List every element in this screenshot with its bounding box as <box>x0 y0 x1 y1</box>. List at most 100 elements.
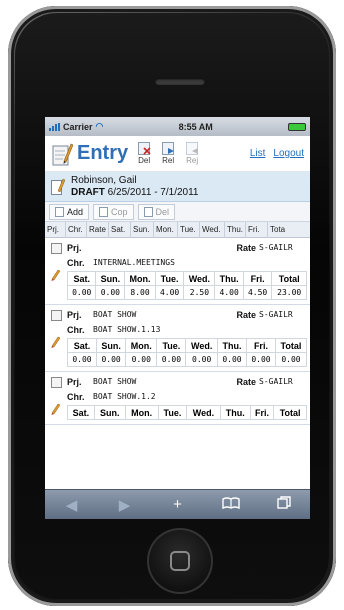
charge-value[interactable]: BOAT SHOW.1.13 <box>93 325 160 334</box>
home-square-icon <box>170 551 190 571</box>
col-mon[interactable]: Mon. <box>154 221 178 238</box>
hours-cell[interactable]: 4.00 <box>154 285 185 300</box>
project-value[interactable]: BOAT SHOW <box>93 310 236 319</box>
col-total[interactable]: Tota <box>268 222 290 238</box>
hours-cell[interactable]: 0.00 <box>156 352 187 367</box>
copy-button[interactable]: Cop <box>93 203 134 220</box>
info-text: Robinson, Gail DRAFT 6/25/2011 - 7/1/201… <box>71 175 199 199</box>
day-header: Fri. <box>242 271 273 286</box>
hours-cell[interactable]: 4.50 <box>242 285 273 300</box>
day-header: Mon. <box>125 338 158 353</box>
total-cell: 0.00 <box>274 352 308 367</box>
prj-label: Prj. <box>67 242 82 253</box>
hours-cell[interactable]: 0.00 <box>67 352 97 367</box>
hours-cell[interactable]: 0.00 <box>95 285 126 300</box>
reject-button[interactable]: Rej <box>186 142 198 165</box>
hours-cell[interactable]: 8.00 <box>124 285 156 300</box>
hours-cell[interactable]: 4.00 <box>214 285 244 300</box>
project-row: Prj. BOAT SHOW Rate S-GAILR <box>67 307 307 322</box>
charge-value[interactable]: INTERNAL.MEETINGS <box>93 258 175 267</box>
total-cell: 23.00 <box>271 285 307 300</box>
hours-cell[interactable]: 0.00 <box>245 352 276 367</box>
hours-cell[interactable]: 0.00 <box>125 352 158 367</box>
employee-name: Robinson, Gail <box>71 174 137 186</box>
day-header: Total <box>274 338 308 353</box>
col-rate[interactable]: Rate <box>87 221 109 238</box>
hours-cell[interactable]: 0.00 <box>185 352 219 367</box>
forward-arrow-icon[interactable]: ▶ <box>110 496 140 514</box>
rate-label: Rate <box>236 309 256 320</box>
row-checkbox[interactable] <box>50 243 62 254</box>
project-row: Prj. Rate S-GAILR <box>67 240 307 255</box>
hours-cell[interactable]: 0.00 <box>66 285 97 300</box>
status-bar: Carrier ◠ 8:55 AM <box>45 117 310 136</box>
add-label: Add <box>67 206 84 217</box>
entry-controls <box>45 307 67 367</box>
hours-cell[interactable]: 0.00 <box>217 352 247 367</box>
hours-cell[interactable]: 0.00 <box>95 352 127 367</box>
pencil-icon[interactable] <box>51 402 61 415</box>
column-header: Prj. Chr. Rate Sat. Sun. Mon. Tue. Wed. … <box>45 221 310 238</box>
home-button[interactable] <box>147 528 213 594</box>
entry-controls <box>45 240 67 300</box>
day-header: Tue. <box>154 271 185 286</box>
hours-cell[interactable]: 2.50 <box>183 285 216 300</box>
status-left: Carrier ◠ <box>49 121 103 132</box>
entries-list: Prj. Rate S-GAILR Chr. INTERNAL.MEETINGS… <box>45 238 310 425</box>
charge-row: Chr. INTERNAL.MEETINGS <box>67 255 307 270</box>
day-header: Sat. <box>67 338 97 353</box>
day-header: Sat. <box>67 405 95 420</box>
day-header: Tue. <box>157 405 188 420</box>
project-value[interactable]: BOAT SHOW <box>93 377 236 386</box>
entry-logo-icon <box>51 141 74 167</box>
period-range: 6/25/2011 - 7/1/2011 <box>107 186 199 198</box>
pencil-icon[interactable] <box>51 268 61 281</box>
entry-body: Prj. Rate S-GAILR Chr. INTERNAL.MEETINGS… <box>66 240 310 300</box>
header-links: List Logout <box>250 148 304 159</box>
back-arrow-icon[interactable]: ◀ <box>57 496 87 514</box>
edit-sheet-icon <box>51 178 66 196</box>
list-item: Prj. BOAT SHOW Rate S-GAILR Chr. BOAT SH… <box>45 372 310 425</box>
add-doc-icon <box>55 206 64 217</box>
day-header: Wed. <box>185 338 219 353</box>
day-header: Thu. <box>219 405 251 420</box>
plus-icon[interactable]: + <box>163 496 193 513</box>
rate-value[interactable]: S-GAILR <box>259 377 307 386</box>
pencil-icon[interactable] <box>51 335 61 348</box>
col-prj[interactable]: Prj. <box>45 221 66 238</box>
delete-button[interactable]: Del <box>138 142 151 165</box>
rate-label: Rate <box>236 242 256 253</box>
list-link[interactable]: List <box>250 148 266 159</box>
signal-icon <box>49 122 60 131</box>
day-header: Mon. <box>124 405 159 420</box>
rate-value[interactable]: S-GAILR <box>259 310 307 319</box>
status-time: 8:55 AM <box>178 121 213 132</box>
delete-doc-icon <box>138 142 151 155</box>
delete-line-button[interactable]: Del <box>137 203 176 220</box>
charge-row: Chr. BOAT SHOW.1.13 <box>67 322 307 337</box>
col-sun[interactable]: Sun. <box>131 221 154 238</box>
row-checkbox[interactable] <box>50 310 62 321</box>
pages-icon[interactable] <box>269 496 299 513</box>
entry-body: Prj. BOAT SHOW Rate S-GAILR Chr. BOAT SH… <box>67 374 310 420</box>
rate-label: Rate <box>236 376 256 387</box>
col-tue[interactable]: Tue. <box>178 221 200 238</box>
col-sat[interactable]: Sat. <box>109 221 131 238</box>
delete-line-icon <box>143 206 153 217</box>
rate-value[interactable]: S-GAILR <box>259 243 307 252</box>
logout-link[interactable]: Logout <box>273 148 304 159</box>
col-fri[interactable]: Fri. <box>246 221 268 238</box>
chr-label: Chr. <box>67 257 85 268</box>
browser-toolbar: ◀ ▶ + <box>45 489 310 519</box>
bookmarks-book-icon[interactable] <box>216 496 246 513</box>
list-item: Prj. BOAT SHOW Rate S-GAILR Chr. BOAT SH… <box>45 305 310 372</box>
charge-value[interactable]: BOAT SHOW.1.2 <box>93 392 156 401</box>
row-checkbox[interactable] <box>50 377 62 388</box>
screen: Carrier ◠ 8:55 AM Entry Del Rel Rej List… <box>45 117 310 519</box>
release-button[interactable]: Rel <box>162 142 174 165</box>
col-chr[interactable]: Chr. <box>66 221 87 238</box>
add-button[interactable]: Add <box>49 203 90 220</box>
col-thu[interactable]: Thu. <box>225 221 246 238</box>
col-wed[interactable]: Wed. <box>200 221 225 238</box>
day-header: Sat. <box>66 271 97 286</box>
